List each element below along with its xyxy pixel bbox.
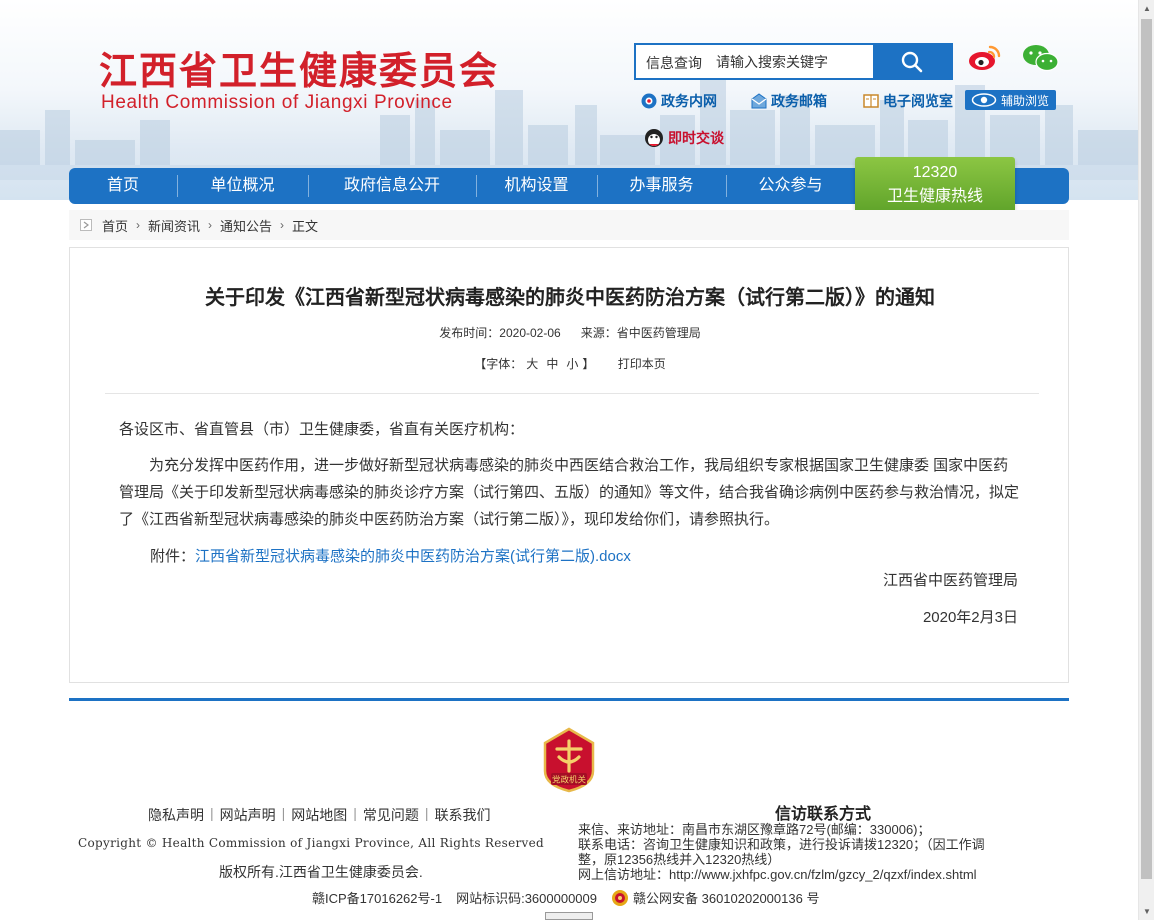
intranet-icon [641, 93, 657, 109]
hotline-label: 卫生健康热线 [886, 188, 983, 205]
footer-link-privacy[interactable]: 隐私声明 [148, 805, 204, 825]
location-icon [80, 219, 92, 231]
breadcrumb-separator-icon: › [208, 218, 213, 232]
footer-link-statement[interactable]: 网站声明 [220, 805, 276, 825]
quick-link-intranet-label: 政务内网 [661, 93, 717, 109]
font-size-small[interactable]: 小 [566, 357, 578, 371]
assisted-browsing-label: 辅助浏览 [1001, 93, 1050, 108]
scrollbar-thumb[interactable] [1141, 19, 1152, 879]
footer-divider [69, 698, 1069, 701]
attachment-label: 附件： [150, 548, 196, 565]
quick-link-intranet[interactable]: 政务内网 [640, 90, 717, 112]
footer-link-faq[interactable]: 常见问题 [363, 805, 419, 825]
chat-icon [645, 129, 663, 147]
article-divider [105, 393, 1039, 394]
footer-links: 隐私声明 | 网站声明 | 网站地图 | 常见问题 | 联系我们 [148, 805, 491, 825]
quick-link-mail-label: 政务邮箱 [771, 93, 827, 109]
search-box: 信息查询 [634, 43, 953, 80]
icp-link[interactable]: 赣ICP备17016262号-1 [312, 888, 442, 907]
publish-time: 发布时间：2020-02-06 [439, 326, 561, 340]
assisted-browsing-button[interactable]: 辅助浏览 [965, 90, 1056, 110]
nav-item-services[interactable]: 办事服务 [597, 168, 726, 204]
breadcrumb-home[interactable]: 首页 [102, 216, 128, 235]
scroll-up-arrow-icon[interactable]: ▲ [1139, 0, 1154, 17]
font-size-medium[interactable]: 中 [546, 357, 558, 371]
attachment-link[interactable]: 江西省新型冠状病毒感染的肺炎中医药防治方案(试行第二版).docx [195, 548, 631, 565]
attachment-line: 附件：江西省新型冠状病毒感染的肺炎中医药防治方案(试行第二版).docx [119, 543, 1021, 570]
breadcrumb-current: 正文 [292, 218, 319, 234]
breadcrumb-separator-icon: › [136, 218, 141, 232]
rights-text: 版权所有.江西省卫生健康委员会. [219, 864, 423, 880]
site-logo-english[interactable]: Health Commission of Jiangxi Province [101, 92, 453, 114]
article-panel: 关于印发《江西省新型冠状病毒感染的肺炎中医药防治方案（试行第二版）》的通知 发布… [69, 247, 1069, 683]
breadcrumb: 首页 › 新闻资讯 › 通知公告 › 正文 [69, 210, 1069, 240]
copyright-text: Copyright © Health Commission of Jiangxi… [78, 836, 545, 850]
article-date: 2020年2月3日 [922, 609, 1018, 626]
font-size-large[interactable]: 大 [526, 357, 538, 371]
article-signature: 江西省中医药管理局 [882, 572, 1018, 589]
quick-link-chat[interactable]: 即时交谈 [643, 127, 724, 149]
article-title: 关于印发《江西省新型冠状病毒感染的肺炎中医药防治方案（试行第二版）》的通知 [205, 287, 935, 309]
print-button[interactable]: 打印本页 [618, 357, 666, 371]
footer-link-contact[interactable]: 联系我们 [435, 805, 491, 825]
police-record-link[interactable]: 赣公网安备 36010202000136 号 [633, 888, 819, 907]
quick-link-mail[interactable]: 政务邮箱 [750, 90, 827, 112]
font-size-suffix: 】 [582, 357, 595, 371]
scroll-down-arrow-icon[interactable]: ▼ [1139, 903, 1154, 920]
quick-link-reading-room[interactable]: 电子阅览室 [862, 90, 953, 112]
record-info: 赣ICP备17016262号-1 网站标识码:3600000009 赣公网安备 … [312, 888, 819, 907]
nav-item-home[interactable]: 首页 [69, 168, 177, 204]
hotline-button[interactable]: 12320 卫生健康热线 [855, 157, 1015, 213]
book-icon [863, 94, 879, 108]
party-gov-badge[interactable]: 党政机关 [541, 727, 597, 793]
eye-icon [971, 93, 997, 107]
xinfang-web-address[interactable]: 网上信访地址：http://www.jxhfpc.gov.cn/fzlm/gzc… [578, 864, 977, 883]
police-badge-icon [612, 889, 628, 906]
hotline-number: 12320 [912, 164, 958, 181]
breadcrumb-notices[interactable]: 通知公告 [220, 216, 272, 235]
article-paragraph: 为充分发挥中医药作用，进一步做好新型冠状病毒感染的肺炎中西医结合救治工作，我局组… [119, 457, 1020, 528]
nav-item-organization[interactable]: 机构设置 [476, 168, 597, 204]
weibo-icon[interactable] [966, 42, 1004, 74]
search-icon [901, 51, 923, 72]
breadcrumb-separator-icon: › [280, 218, 285, 232]
nav-item-overview[interactable]: 单位概况 [177, 168, 308, 204]
nav-item-participation[interactable]: 公众参与 [726, 168, 855, 204]
party-badge-text: 党政机关 [552, 775, 587, 786]
site-logo-chinese[interactable]: 江西省卫生健康委员会 [99, 40, 499, 95]
site-code: 网站标识码:3600000009 [456, 891, 597, 906]
wechat-icon[interactable] [1022, 42, 1060, 74]
article-source: 来源：省中医药管理局 [580, 326, 701, 340]
mail-icon [751, 93, 767, 109]
article-body: 各设区市、省直管县（市）卫生健康委，省直有关医疗机构： 为充分发挥中医药作用，进… [119, 416, 1021, 570]
quick-link-reading-room-label: 电子阅览室 [883, 93, 953, 109]
breadcrumb-news[interactable]: 新闻资讯 [148, 216, 200, 235]
bottom-badge-icon[interactable] [545, 912, 593, 920]
footer-link-sitemap[interactable]: 网站地图 [291, 805, 347, 825]
nav-item-gov-info[interactable]: 政府信息公开 [308, 168, 476, 204]
vertical-scrollbar[interactable]: ▲ ▼ [1138, 0, 1154, 920]
font-size-prefix: 【字体： [474, 357, 523, 371]
article-meta: 发布时间：2020-02-06 来源：省中医药管理局 [70, 324, 1070, 341]
search-button[interactable] [873, 45, 951, 78]
quick-link-chat-label: 即时交谈 [668, 130, 724, 146]
article-salutation: 各设区市、省直管县（市）卫生健康委，省直有关医疗机构： [119, 421, 525, 438]
search-input[interactable] [716, 45, 866, 78]
article-tools: 【字体：大中小】 打印本页 [70, 355, 1070, 372]
search-label: 信息查询 [646, 55, 702, 71]
